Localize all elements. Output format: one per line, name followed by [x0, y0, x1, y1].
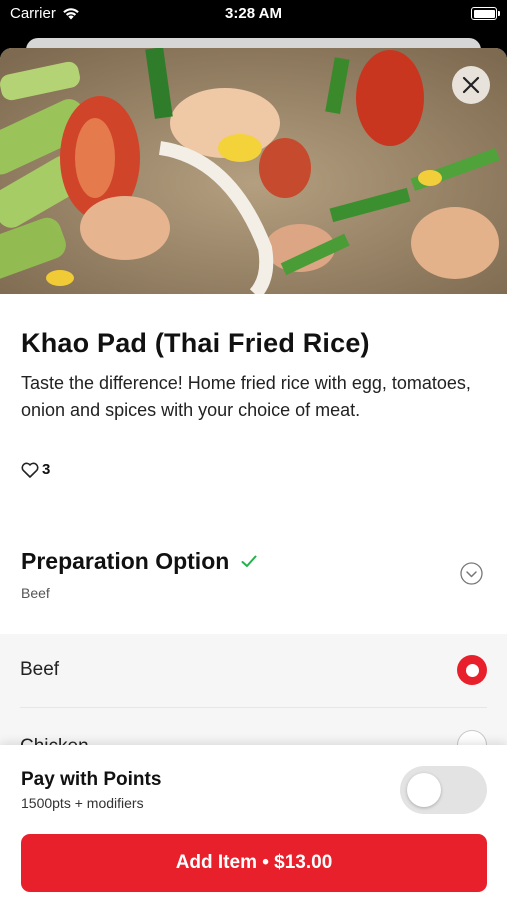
preparation-title: Preparation Option: [21, 548, 230, 574]
likes-button[interactable]: 3: [21, 461, 50, 478]
preparation-selected: Beef: [21, 585, 50, 601]
close-icon: [462, 76, 480, 94]
order-footer: Pay with Points 1500pts + modifiers Add …: [0, 745, 507, 900]
battery-icon: [471, 7, 500, 20]
status-bar: Carrier 3:28 AM: [0, 0, 507, 30]
item-description: Taste the difference! Home fried rice wi…: [21, 373, 471, 420]
preparation-header[interactable]: Preparation Option: [21, 548, 257, 575]
chevron-down-icon[interactable]: [460, 562, 483, 585]
pay-with-points-toggle[interactable]: [400, 766, 487, 814]
checkmark-icon: [241, 555, 257, 567]
option-label: Beef: [20, 659, 60, 680]
pay-with-points-title: Pay with Points: [21, 769, 162, 790]
item-title: Khao Pad (Thai Fried Rice): [21, 328, 370, 358]
item-photo: [0, 48, 507, 294]
heart-icon: [21, 462, 39, 478]
fried-rice-image: [0, 48, 507, 294]
pay-with-points-subtitle: 1500pts + modifiers: [21, 795, 144, 811]
add-item-button[interactable]: Add Item • $13.00: [21, 834, 487, 892]
option-beef[interactable]: Beef: [20, 634, 487, 706]
status-time: 3:28 AM: [225, 5, 282, 22]
close-button[interactable]: [452, 66, 490, 104]
likes-count: 3: [42, 461, 51, 478]
toggle-knob: [407, 773, 441, 807]
item-detail-sheet: Khao Pad (Thai Fried Rice) Taste the dif…: [0, 48, 507, 900]
radio-selected[interactable]: [457, 655, 487, 685]
